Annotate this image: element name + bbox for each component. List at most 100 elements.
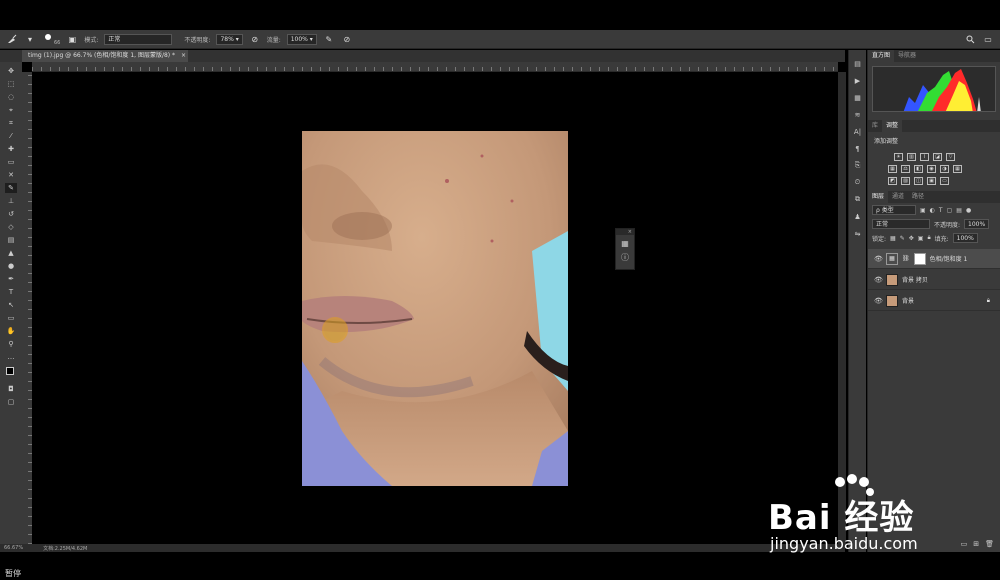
hue-sat-icon[interactable]: ▦ [888, 165, 897, 173]
airbrush-icon[interactable]: ✎ [323, 33, 335, 45]
character-icon[interactable]: A| [852, 126, 864, 137]
history-icon[interactable]: ⏲ [852, 177, 864, 188]
shape-tool-icon[interactable]: ▭ [5, 313, 17, 323]
eraser-tool-icon[interactable]: ◇ [5, 222, 17, 232]
layer-filter-select[interactable]: ρ 类型 [872, 205, 916, 215]
lock-position-icon[interactable]: ✥ [909, 235, 914, 242]
dock-props-icon[interactable]: ▤ [852, 58, 864, 69]
lock-artboard-icon[interactable]: ▣ [918, 235, 924, 242]
brightness-icon[interactable]: ☀ [894, 153, 903, 161]
levels-icon[interactable]: ▥ [907, 153, 916, 161]
filter-type-icon[interactable]: T [939, 207, 943, 214]
hand-tool-icon[interactable]: ✋ [5, 326, 17, 336]
layer-mask-thumbnail[interactable] [913, 252, 926, 265]
opacity-field[interactable]: 78% ▾ [216, 33, 243, 45]
3d-icon[interactable]: ⧉ [852, 194, 864, 205]
gradient-tool-icon[interactable]: ▤ [5, 235, 17, 245]
patch-tool-icon[interactable]: ▭ [5, 157, 17, 167]
tab-channels[interactable]: 通道 [888, 191, 908, 203]
filter-toggle-icon[interactable]: ● [966, 207, 971, 214]
dodge-tool-icon[interactable]: ● [5, 261, 17, 271]
close-icon[interactable]: × [181, 52, 186, 59]
black-white-icon[interactable]: ◧ [914, 165, 923, 173]
lasso-tool-icon[interactable]: ◌ [5, 92, 17, 102]
quick-select-tool-icon[interactable]: ⌖ [5, 105, 17, 115]
pressure-opacity-icon[interactable]: ⊘ [249, 33, 261, 45]
tab-adjustments[interactable]: 调整 [882, 120, 903, 132]
tab-paths[interactable]: 路径 [908, 191, 928, 203]
zoom-tool-icon[interactable]: ⚲ [5, 339, 17, 349]
chain-icon[interactable]: ⛓︎ [902, 255, 910, 262]
lock-pixels-icon[interactable]: ✎ [900, 235, 905, 242]
healing-brush-tool-icon[interactable]: ✚ [5, 144, 17, 154]
color-lookup-icon[interactable]: ▦ [953, 165, 962, 173]
content-aware-move-icon[interactable]: ✕ [5, 170, 17, 180]
layer-row-bg-copy[interactable]: 👁︎ 背景 拷贝 [868, 270, 1000, 290]
brush-panel-icon[interactable]: ▣ [66, 33, 78, 45]
workspace-icon[interactable]: ▭ [982, 33, 994, 45]
screen-mode-icon[interactable]: ▢ [5, 397, 17, 407]
exposure-icon[interactable]: ◪ [933, 153, 942, 161]
adjust-sliders-icon[interactable]: ⇋ [852, 228, 864, 239]
filter-pixel-icon[interactable]: ▣ [920, 207, 926, 214]
new-layer-icon[interactable]: ⊞ [973, 540, 979, 548]
brush-icon[interactable] [6, 33, 18, 45]
eye-icon[interactable]: 👁︎ [874, 255, 883, 263]
blend-mode-select[interactable]: 正常 [872, 219, 930, 229]
crop-tool-icon[interactable]: ⌗ [5, 118, 17, 128]
info-icon[interactable]: ⓘ [616, 252, 634, 263]
chevron-down-icon[interactable]: ▾ [24, 33, 36, 45]
vibrance-icon[interactable]: ▽ [946, 153, 955, 161]
pen-tool-icon[interactable]: ✒ [5, 274, 17, 284]
blur-tool-icon[interactable]: ▲ [5, 248, 17, 258]
filter-shape-icon[interactable]: ▢ [947, 207, 953, 214]
layer-opacity-field[interactable]: 100% [964, 219, 990, 229]
search-icon[interactable] [964, 33, 976, 45]
new-group-icon[interactable]: ▭ [961, 540, 968, 548]
brush-preset-icon[interactable] [42, 33, 54, 45]
document-photo[interactable] [302, 131, 568, 486]
tab-layers[interactable]: 图层 [868, 191, 889, 203]
filter-adjust-icon[interactable]: ◐ [930, 207, 935, 214]
quick-mask-icon[interactable]: ◘ [5, 384, 17, 394]
pressure-size-icon[interactable]: ⊘ [341, 33, 353, 45]
tab-navigator[interactable]: 导航器 [894, 50, 920, 62]
zoom-level[interactable]: 66.67% [4, 545, 23, 551]
clone-source-icon[interactable]: ⎘ [852, 160, 864, 171]
posterize-icon[interactable]: ▨ [901, 177, 910, 185]
tab-libraries[interactable]: 库 [868, 120, 882, 132]
color-balance-icon[interactable]: ⚖ [901, 165, 910, 173]
fill-field[interactable]: 100% [952, 233, 978, 243]
floating-panel-close-icon[interactable]: × [616, 229, 634, 235]
mode-select[interactable]: 正常 [104, 33, 173, 45]
lock-transparent-icon[interactable]: ▦ [890, 235, 896, 242]
document-info[interactable]: 文档:2.25M/4.62M [43, 545, 87, 552]
layer-name[interactable]: 背景 [902, 296, 914, 305]
play-actions-icon[interactable]: ▶ [852, 75, 864, 86]
layer-name[interactable]: 背景 拷贝 [902, 275, 928, 284]
selective-color-icon[interactable]: ▣ [927, 177, 936, 185]
flow-field[interactable]: 100% ▾ [286, 33, 317, 45]
properties-panel-icon[interactable]: ▦ [616, 239, 634, 248]
threshold-icon[interactable]: ◫ [914, 177, 923, 185]
layer-name[interactable]: 色相/饱和度 1 [930, 254, 968, 263]
filter-smart-icon[interactable]: ▤ [956, 207, 962, 214]
invert-icon[interactable]: ◩ [888, 177, 897, 185]
trash-icon[interactable]: 🗑︎ [985, 540, 994, 548]
eyedropper-tool-icon[interactable]: ⁄ [5, 131, 17, 141]
marquee-tool-icon[interactable]: ⬚ [5, 79, 17, 89]
document-tab[interactable]: timg (1).jpg @ 66.7% (色相/饱和度 1, 图层蒙版/8) … [22, 50, 188, 62]
eye-icon[interactable]: 👁︎ [874, 297, 883, 305]
curves-icon[interactable]: ⌇ [920, 153, 929, 161]
styles-icon[interactable]: ▦ [852, 92, 864, 103]
brush-tool-icon[interactable]: ✎ [5, 183, 17, 193]
clone-stamp-tool-icon[interactable]: ⊥ [5, 196, 17, 206]
tool-presets-icon[interactable]: ♟ [852, 211, 864, 222]
tab-histogram[interactable]: 直方图 [868, 50, 895, 62]
history-brush-tool-icon[interactable]: ↺ [5, 209, 17, 219]
layer-row-bg[interactable]: 👁︎ 背景 🔒︎ [868, 291, 1000, 311]
paragraph-icon[interactable]: ¶ [852, 143, 864, 154]
foreground-color-swatch[interactable] [6, 367, 14, 375]
more-tools-icon[interactable]: … [5, 352, 17, 362]
brushes-icon[interactable]: ≋ [852, 109, 864, 120]
